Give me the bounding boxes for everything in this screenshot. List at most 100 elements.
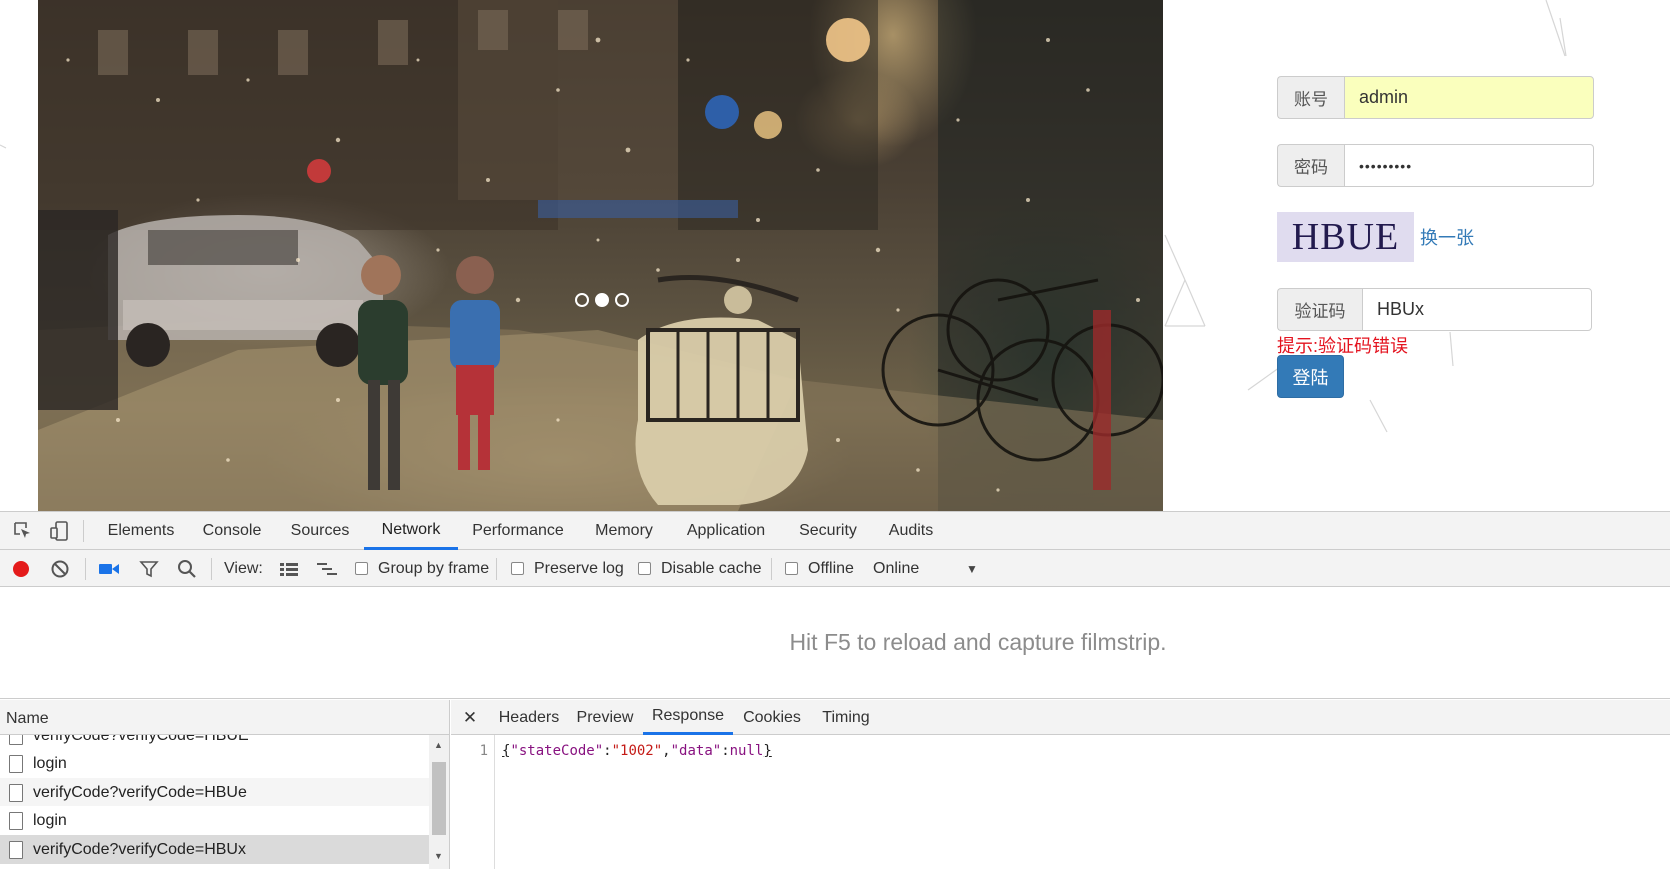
tab-sources[interactable]: Sources <box>280 512 360 550</box>
toolbar-separator <box>496 558 497 580</box>
filter-icon[interactable] <box>138 558 160 580</box>
document-icon <box>9 811 23 830</box>
document-icon <box>9 735 23 745</box>
verify-code-input[interactable]: HBUx <box>1362 288 1592 331</box>
json-colon: : <box>721 743 730 759</box>
toolbar-separator <box>771 558 772 580</box>
disable-cache-option: Disable cache <box>638 550 762 587</box>
filmstrip-area: Hit F5 to reload and capture filmstrip. <box>0 587 1670 699</box>
devtools-tabbar: Elements Console Sources Network Perform… <box>0 512 1670 550</box>
large-rows-icon[interactable] <box>278 558 300 580</box>
name-column-header[interactable]: Name <box>0 700 449 735</box>
request-name: login <box>33 811 67 829</box>
request-name: verifyCode?verifyCode=HBUE <box>33 735 249 744</box>
group-by-frame-option: Group by frame <box>355 550 489 587</box>
request-name: verifyCode?verifyCode=HBUx <box>33 840 246 858</box>
tab-elements[interactable]: Elements <box>96 512 186 550</box>
disable-cache-checkbox[interactable] <box>638 562 651 575</box>
json-colon: : <box>603 743 612 759</box>
carousel-indicators <box>575 293 629 307</box>
devtools-panel: Elements Console Sources Network Perform… <box>0 511 1670 869</box>
network-toolbar: View: Group by frame Preserve log Disabl… <box>0 550 1670 587</box>
captcha-image[interactable]: HBUE <box>1277 212 1414 262</box>
detail-tabbar: ✕ Headers Preview Response Cookies Timin… <box>451 700 1670 735</box>
json-key: "stateCode" <box>510 743 604 759</box>
captcha-refresh-link[interactable]: 换一张 <box>1420 224 1474 250</box>
image-carousel[interactable] <box>38 0 1163 511</box>
carousel-dot-2[interactable] <box>595 293 609 307</box>
tab-cookies[interactable]: Cookies <box>736 700 808 735</box>
document-icon <box>9 754 23 773</box>
json-key: "data" <box>670 743 722 759</box>
request-row[interactable]: verifyCode?verifyCode=HBUe <box>0 778 429 807</box>
request-row-selected[interactable]: verifyCode?verifyCode=HBUx <box>0 835 429 864</box>
carousel-dot-1[interactable] <box>575 293 589 307</box>
tab-response[interactable]: Response <box>643 700 733 735</box>
inspect-element-icon[interactable] <box>12 520 34 542</box>
password-input[interactable]: ••••••••• <box>1344 144 1594 187</box>
carousel-street-photo <box>38 0 1163 511</box>
group-by-frame-checkbox[interactable] <box>355 562 368 575</box>
json-string-value: "1002" <box>611 743 663 759</box>
record-icon[interactable] <box>10 558 32 580</box>
json-comma: , <box>662 743 671 759</box>
password-input-group: 密码 ••••••••• <box>1277 144 1594 187</box>
login-page: 账号 admin 密码 ••••••••• HBUE 换一张 验证码 HBUx … <box>0 0 1670 511</box>
preserve-log-option: Preserve log <box>511 550 624 587</box>
tab-audits[interactable]: Audits <box>876 512 946 550</box>
throttling-select[interactable]: Online ▼ <box>873 550 983 587</box>
line-number-gutter: 1 <box>451 735 495 869</box>
offline-checkbox[interactable] <box>785 562 798 575</box>
tab-security[interactable]: Security <box>788 512 868 550</box>
screenshot-camera-icon[interactable] <box>98 558 120 580</box>
request-row[interactable]: login <box>0 806 429 835</box>
tab-network[interactable]: Network <box>364 512 458 550</box>
password-label: 密码 <box>1277 144 1344 187</box>
waterfall-overview-icon[interactable] <box>316 558 338 580</box>
json-brace: } <box>763 743 772 759</box>
tabbar-separator <box>83 520 84 542</box>
tab-memory[interactable]: Memory <box>584 512 664 550</box>
tab-headers[interactable]: Headers <box>493 700 565 735</box>
preserve-log-label: Preserve log <box>534 559 624 577</box>
line-number: 1 <box>479 743 488 759</box>
carousel-dot-3[interactable] <box>615 293 629 307</box>
request-list: verifyCode?verifyCode=HBUE login verifyC… <box>0 735 429 869</box>
response-body[interactable]: {"stateCode":"1002","data":null} <box>502 743 772 759</box>
filmstrip-hint: Hit F5 to reload and capture filmstrip. <box>789 629 1167 655</box>
request-name: verifyCode?verifyCode=HBUe <box>33 783 247 801</box>
view-label: View: <box>224 559 263 577</box>
scroll-up-icon[interactable]: ▲ <box>434 740 443 750</box>
tab-preview[interactable]: Preview <box>571 700 639 735</box>
tab-console[interactable]: Console <box>192 512 272 550</box>
json-null-value: null <box>729 743 764 759</box>
request-list-scrollbar[interactable]: ▲ ▼ <box>429 735 449 869</box>
request-detail-pane: ✕ Headers Preview Response Cookies Timin… <box>451 700 1670 869</box>
disable-cache-label: Disable cache <box>661 559 762 577</box>
request-row[interactable]: login <box>0 749 429 778</box>
verify-code-input-group: 验证码 HBUx <box>1277 288 1592 331</box>
scrollbar-thumb[interactable] <box>432 762 446 835</box>
request-list-pane: Name verifyCode?verifyCode=HBUE login ve… <box>0 700 450 869</box>
tab-application[interactable]: Application <box>674 512 778 550</box>
tab-timing[interactable]: Timing <box>812 700 880 735</box>
offline-option: Offline <box>785 550 854 587</box>
close-icon[interactable]: ✕ <box>455 700 485 735</box>
device-toolbar-icon[interactable] <box>48 520 70 542</box>
search-icon[interactable] <box>176 558 198 580</box>
scroll-down-icon[interactable]: ▼ <box>434 851 443 861</box>
preserve-log-checkbox[interactable] <box>511 562 524 575</box>
document-icon <box>9 783 23 802</box>
account-input[interactable]: admin <box>1344 76 1594 119</box>
offline-label: Offline <box>808 559 854 577</box>
tab-performance[interactable]: Performance <box>462 512 574 550</box>
login-button[interactable]: 登陆 <box>1277 355 1344 398</box>
account-label: 账号 <box>1277 76 1344 119</box>
toolbar-separator <box>211 558 212 580</box>
clear-icon[interactable] <box>49 558 71 580</box>
throttling-value: Online <box>873 559 920 577</box>
chevron-down-icon: ▼ <box>966 561 978 576</box>
request-row[interactable]: verifyCode?verifyCode=HBUE <box>0 735 429 750</box>
account-input-group: 账号 admin <box>1277 76 1594 119</box>
group-by-frame-label: Group by frame <box>378 559 490 577</box>
